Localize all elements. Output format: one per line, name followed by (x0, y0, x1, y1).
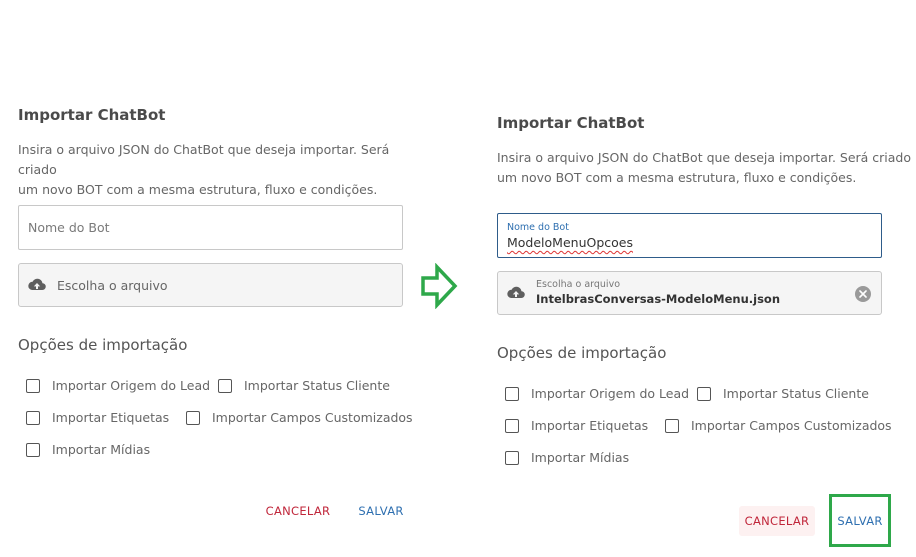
clear-icon[interactable] (855, 286, 871, 302)
checkbox-label: Importar Campos Customizados (691, 418, 892, 433)
checkbox-label: Importar Status Cliente (723, 386, 869, 401)
cloud-upload-icon (506, 285, 526, 301)
save-button[interactable]: SALVAR (352, 504, 410, 522)
bot-name-input[interactable]: Nome do Bot ModeloMenuOpcoes (497, 213, 882, 258)
dialog-description: Insira o arquivo JSON do ChatBot que des… (497, 148, 911, 188)
checkbox-label: Importar Mídias (531, 450, 630, 465)
checkbox-label: Importar Etiquetas (531, 418, 649, 433)
arrow-right-icon (421, 263, 458, 309)
bot-name-value: ModeloMenuOpcoes (507, 235, 633, 250)
description-line-1: Insira o arquivo JSON do ChatBot que des… (497, 150, 912, 165)
checkbox-label: Importar Campos Customizados (212, 410, 413, 425)
import-options-title: Opções de importação (497, 344, 667, 362)
checkbox-box[interactable] (26, 379, 40, 393)
checkbox-box[interactable] (26, 411, 40, 425)
description-line-2: um novo BOT com a mesma estrutura, fluxo… (497, 170, 857, 185)
description-line-2: um novo BOT com a mesma estrutura, fluxo… (18, 182, 378, 197)
checkbox-label: Importar Etiquetas (52, 410, 170, 425)
checkbox-box[interactable] (505, 387, 519, 401)
checkbox-box[interactable] (505, 451, 519, 465)
cancel-button[interactable]: CANCELAR (739, 506, 815, 536)
file-chooser[interactable]: Escolha o arquivo (18, 263, 403, 307)
dialog-title: Importar ChatBot (497, 114, 645, 132)
description-line-1: Insira o arquivo JSON do ChatBot que des… (18, 142, 390, 177)
file-chooser[interactable]: Escolha o arquivo IntelbrasConversas-Mod… (497, 271, 882, 315)
checkbox-label: Importar Mídias (52, 442, 151, 457)
checkbox-label: Importar Origem do Lead (531, 386, 690, 401)
checkbox-box[interactable] (665, 419, 679, 433)
checkbox-box[interactable] (697, 387, 711, 401)
checkbox-box[interactable] (505, 419, 519, 433)
cancel-button[interactable]: CANCELAR (262, 504, 334, 522)
checkbox-label: Importar Origem do Lead (52, 378, 211, 393)
import-chatbot-dialog-empty: Importar ChatBot Insira o arquivo JSON d… (0, 0, 420, 557)
bot-name-placeholder: Nome do Bot (28, 220, 110, 235)
import-options-title: Opções de importação (18, 336, 188, 354)
dialog-description: Insira o arquivo JSON do ChatBot que des… (18, 140, 420, 200)
checkbox-label: Importar Status Cliente (244, 378, 390, 393)
save-button-highlight (829, 494, 891, 547)
cloud-upload-icon (27, 277, 47, 293)
file-chooser-label: Escolha o arquivo (536, 279, 621, 290)
dialog-title: Importar ChatBot (18, 106, 166, 124)
file-chooser-value: IntelbrasConversas-ModeloMenu.json (536, 292, 781, 306)
checkbox-box[interactable] (26, 443, 40, 457)
file-chooser-label: Escolha o arquivo (57, 278, 168, 293)
import-chatbot-dialog-filled: Importar ChatBot Insira o arquivo JSON d… (480, 0, 916, 557)
bot-name-label: Nome do Bot (507, 222, 569, 233)
bot-name-input[interactable]: Nome do Bot (18, 205, 403, 250)
checkbox-box[interactable] (186, 411, 200, 425)
checkbox-box[interactable] (218, 379, 232, 393)
